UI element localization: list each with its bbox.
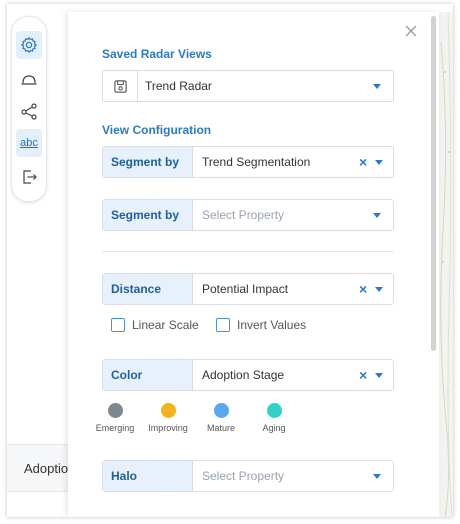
settings-button[interactable]: [16, 31, 42, 59]
chevron-down-icon[interactable]: [373, 213, 381, 218]
saved-view-value: Trend Radar: [145, 79, 212, 93]
export-icon: [23, 170, 37, 184]
segment-by-2-placeholder: Select Property: [202, 208, 285, 222]
distance-label: Distance: [103, 274, 193, 304]
abc-text-icon: abc: [20, 137, 38, 149]
halo-label: Halo: [103, 461, 193, 491]
close-icon[interactable]: [403, 23, 419, 39]
halo-dropdown[interactable]: Halo Select Property: [102, 460, 394, 492]
radar-background: [439, 11, 453, 517]
side-toolbar: abc: [11, 16, 47, 202]
share-nodes-icon: [21, 103, 37, 120]
legend-dot-improving: [161, 403, 176, 418]
side-tab-label: Adoptio: [24, 461, 69, 476]
linear-scale-label: Linear Scale: [132, 318, 199, 332]
legend-label-mature: Mature: [206, 423, 235, 433]
chevron-down-icon[interactable]: [375, 287, 383, 292]
export-button[interactable]: [16, 163, 42, 191]
color-value: Adoption Stage: [202, 368, 285, 382]
clear-icon[interactable]: ×: [359, 368, 367, 382]
legend-dot-aging: [267, 403, 282, 418]
gear-icon: [20, 36, 38, 54]
clear-icon[interactable]: ×: [359, 155, 367, 169]
chevron-down-icon[interactable]: [375, 373, 383, 378]
segment-by-label: Segment by: [103, 147, 193, 177]
labels-button[interactable]: abc: [16, 129, 42, 157]
saved-view-dropdown[interactable]: Trend Radar: [102, 70, 394, 102]
segment-by-value: Trend Segmentation: [202, 155, 311, 169]
color-dropdown[interactable]: Color Adoption Stage ×: [102, 359, 394, 391]
dome-icon: [21, 75, 37, 85]
segment-by-dropdown[interactable]: Segment by Trend Segmentation ×: [102, 146, 394, 178]
section-divider: [102, 251, 394, 252]
saved-views-title: Saved Radar Views: [102, 47, 212, 61]
clear-icon[interactable]: ×: [359, 282, 367, 296]
distance-value: Potential Impact: [202, 282, 289, 296]
chevron-down-icon[interactable]: [373, 474, 381, 479]
share-button[interactable]: [16, 97, 42, 125]
color-label: Color: [103, 360, 193, 390]
invert-values-label: Invert Values: [237, 318, 307, 332]
app-frame: abc Adoptio Saved Radar Views Trend Rada…: [7, 4, 453, 517]
invert-values-checkbox[interactable]: [216, 318, 230, 332]
chevron-down-icon[interactable]: [375, 160, 383, 165]
linear-scale-checkbox[interactable]: [111, 318, 125, 332]
save-disk-icon[interactable]: [103, 71, 138, 101]
halo-placeholder: Select Property: [202, 469, 285, 483]
legend-label-emerging: Emerging: [95, 423, 135, 433]
radar-view-button[interactable]: [16, 66, 42, 94]
legend-label-improving: Improving: [148, 423, 188, 433]
segment-by-2-dropdown[interactable]: Segment by Select Property: [102, 199, 394, 231]
distance-dropdown[interactable]: Distance Potential Impact ×: [102, 273, 394, 305]
legend-dot-mature: [214, 403, 229, 418]
side-tab-adoption[interactable]: Adoptio: [7, 444, 77, 492]
segment-by-2-label: Segment by: [103, 200, 193, 230]
legend-dot-emerging: [108, 403, 123, 418]
chevron-down-icon[interactable]: [373, 84, 381, 89]
view-config-title: View Configuration: [102, 123, 212, 137]
legend-label-aging: Aging: [262, 423, 286, 433]
panel-scrollbar[interactable]: [431, 16, 436, 351]
